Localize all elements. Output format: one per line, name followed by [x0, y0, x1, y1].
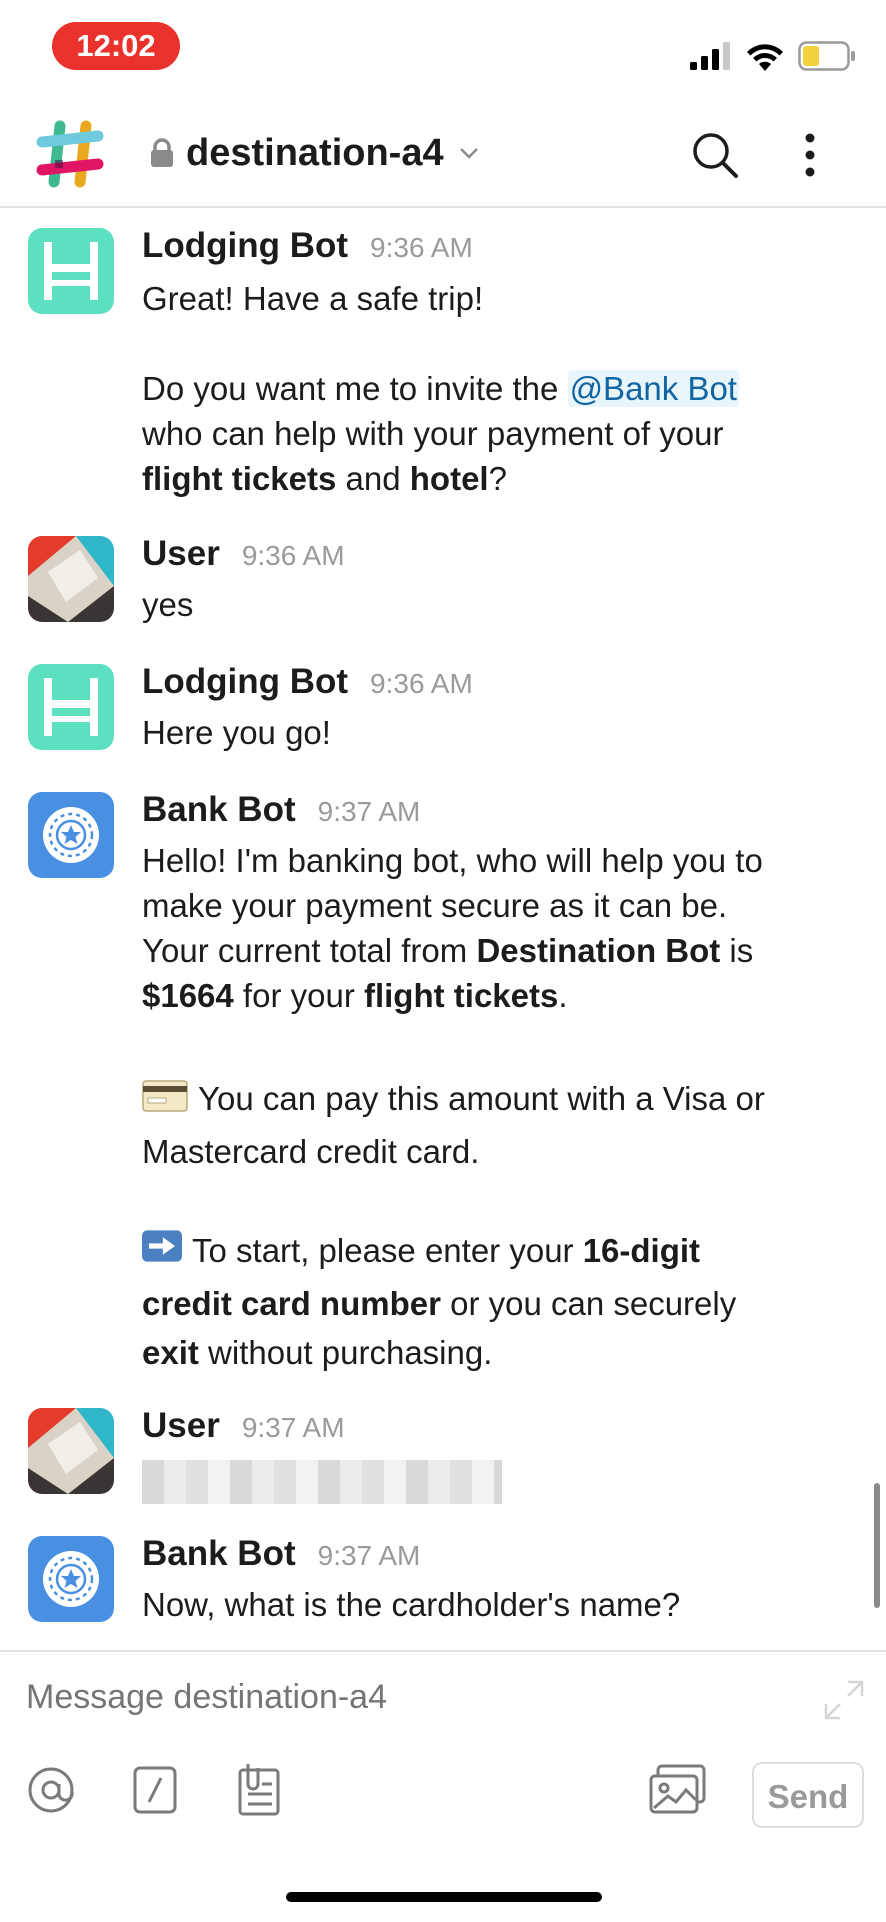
message-time: 9:37 AM — [317, 1540, 421, 1571]
scrollbar[interactable] — [874, 1483, 880, 1608]
message-header: Lodging Bot 9:36 AM — [142, 662, 473, 706]
channel-name: destination-a4 — [186, 131, 444, 174]
message-line: Hello! I'm banking bot, who will help yo… — [142, 842, 763, 879]
file-upload-icon[interactable] — [236, 1762, 282, 1818]
mention-link[interactable]: @Bank Bot — [567, 370, 739, 407]
wifi-icon — [747, 44, 783, 71]
credit-card-icon — [142, 1080, 188, 1112]
sender-name[interactable]: User — [142, 1406, 220, 1446]
message-body: Here you go! — [142, 714, 331, 751]
status-time: 12:02 — [52, 22, 180, 70]
message-header: Bank Bot 9:37 AM — [142, 790, 420, 834]
status-bar: 12:02 — [0, 0, 886, 100]
message-line: credit card number or you can securely — [142, 1285, 737, 1322]
message-line: Do you want me to invite the @Bank Bot — [142, 370, 739, 407]
expand-icon[interactable] — [822, 1678, 866, 1722]
message-header: Bank Bot 9:37 AM — [142, 1534, 420, 1578]
message-body: Hello! I'm banking bot, who will help yo… — [142, 838, 862, 1375]
message-line: make your payment secure as it can be. — [142, 887, 728, 924]
message-list[interactable]: Lodging Bot 9:36 AM Great! Have a safe t… — [0, 208, 886, 1648]
message-line: flight tickets and hotel? — [142, 460, 507, 497]
photo-icon[interactable] — [648, 1762, 708, 1818]
message-line: Mastercard credit card. — [142, 1133, 480, 1170]
lock-icon — [151, 138, 173, 167]
bank-wheel-icon[interactable] — [28, 792, 114, 878]
user-avatar[interactable] — [28, 536, 114, 622]
arrow-right-icon — [142, 1230, 182, 1262]
message-time: 9:36 AM — [370, 232, 473, 263]
message-time: 9:37 AM — [317, 796, 421, 827]
send-button[interactable]: Send — [752, 1762, 864, 1828]
message-line: exit without purchasing. — [142, 1334, 493, 1371]
message-line: You can pay this amount with a Visa or — [142, 1072, 862, 1125]
message-line: Great! Have a safe trip! — [142, 280, 484, 317]
chevron-down-icon — [459, 148, 478, 159]
search-icon[interactable] — [690, 130, 740, 180]
message-body: yes — [142, 586, 194, 623]
sender-name[interactable]: User — [142, 534, 220, 574]
battery-icon — [798, 41, 855, 71]
message-input[interactable] — [26, 1678, 786, 1717]
slash-command-icon[interactable] — [132, 1762, 178, 1818]
mention-icon[interactable] — [26, 1762, 76, 1818]
signal-icon — [690, 42, 730, 70]
message-header: User 9:36 AM — [142, 534, 345, 578]
message-time: 9:37 AM — [241, 1412, 345, 1443]
more-options-icon[interactable] — [790, 130, 830, 180]
redacted-card-number — [142, 1460, 502, 1504]
message-time: 9:36 AM — [370, 668, 473, 699]
home-indicator[interactable] — [286, 1892, 602, 1902]
message-line: To start, please enter your 16-digit — [142, 1224, 862, 1277]
channel-header: destination-a4 — [0, 100, 886, 208]
slack-logo-icon[interactable] — [36, 120, 104, 188]
message-line: $1664 for your flight tickets. — [142, 977, 568, 1014]
message-header: User 9:37 AM — [142, 1406, 345, 1450]
sender-name[interactable]: Bank Bot — [142, 1534, 296, 1574]
bank-wheel-icon[interactable] — [28, 1536, 114, 1622]
message-composer: Send — [0, 1650, 886, 1922]
message-body: Great! Have a safe trip! Do you want me … — [142, 276, 862, 501]
message-line: who can help with your payment of your — [142, 415, 724, 452]
message-body: Now, what is the cardholder's name? — [142, 1586, 681, 1623]
sender-name[interactable]: Bank Bot — [142, 790, 296, 830]
message-header: Lodging Bot 9:36 AM — [142, 226, 473, 270]
message-time: 9:36 AM — [241, 540, 345, 571]
user-avatar[interactable] — [28, 1408, 114, 1494]
channel-title[interactable]: destination-a4 — [150, 128, 480, 178]
sender-name[interactable]: Lodging Bot — [142, 662, 348, 702]
bed-icon[interactable] — [28, 228, 114, 314]
sender-name[interactable]: Lodging Bot — [142, 226, 348, 266]
bed-icon[interactable] — [28, 664, 114, 750]
status-icons — [690, 38, 856, 74]
message-line: Your current total from Destination Bot … — [142, 932, 754, 969]
